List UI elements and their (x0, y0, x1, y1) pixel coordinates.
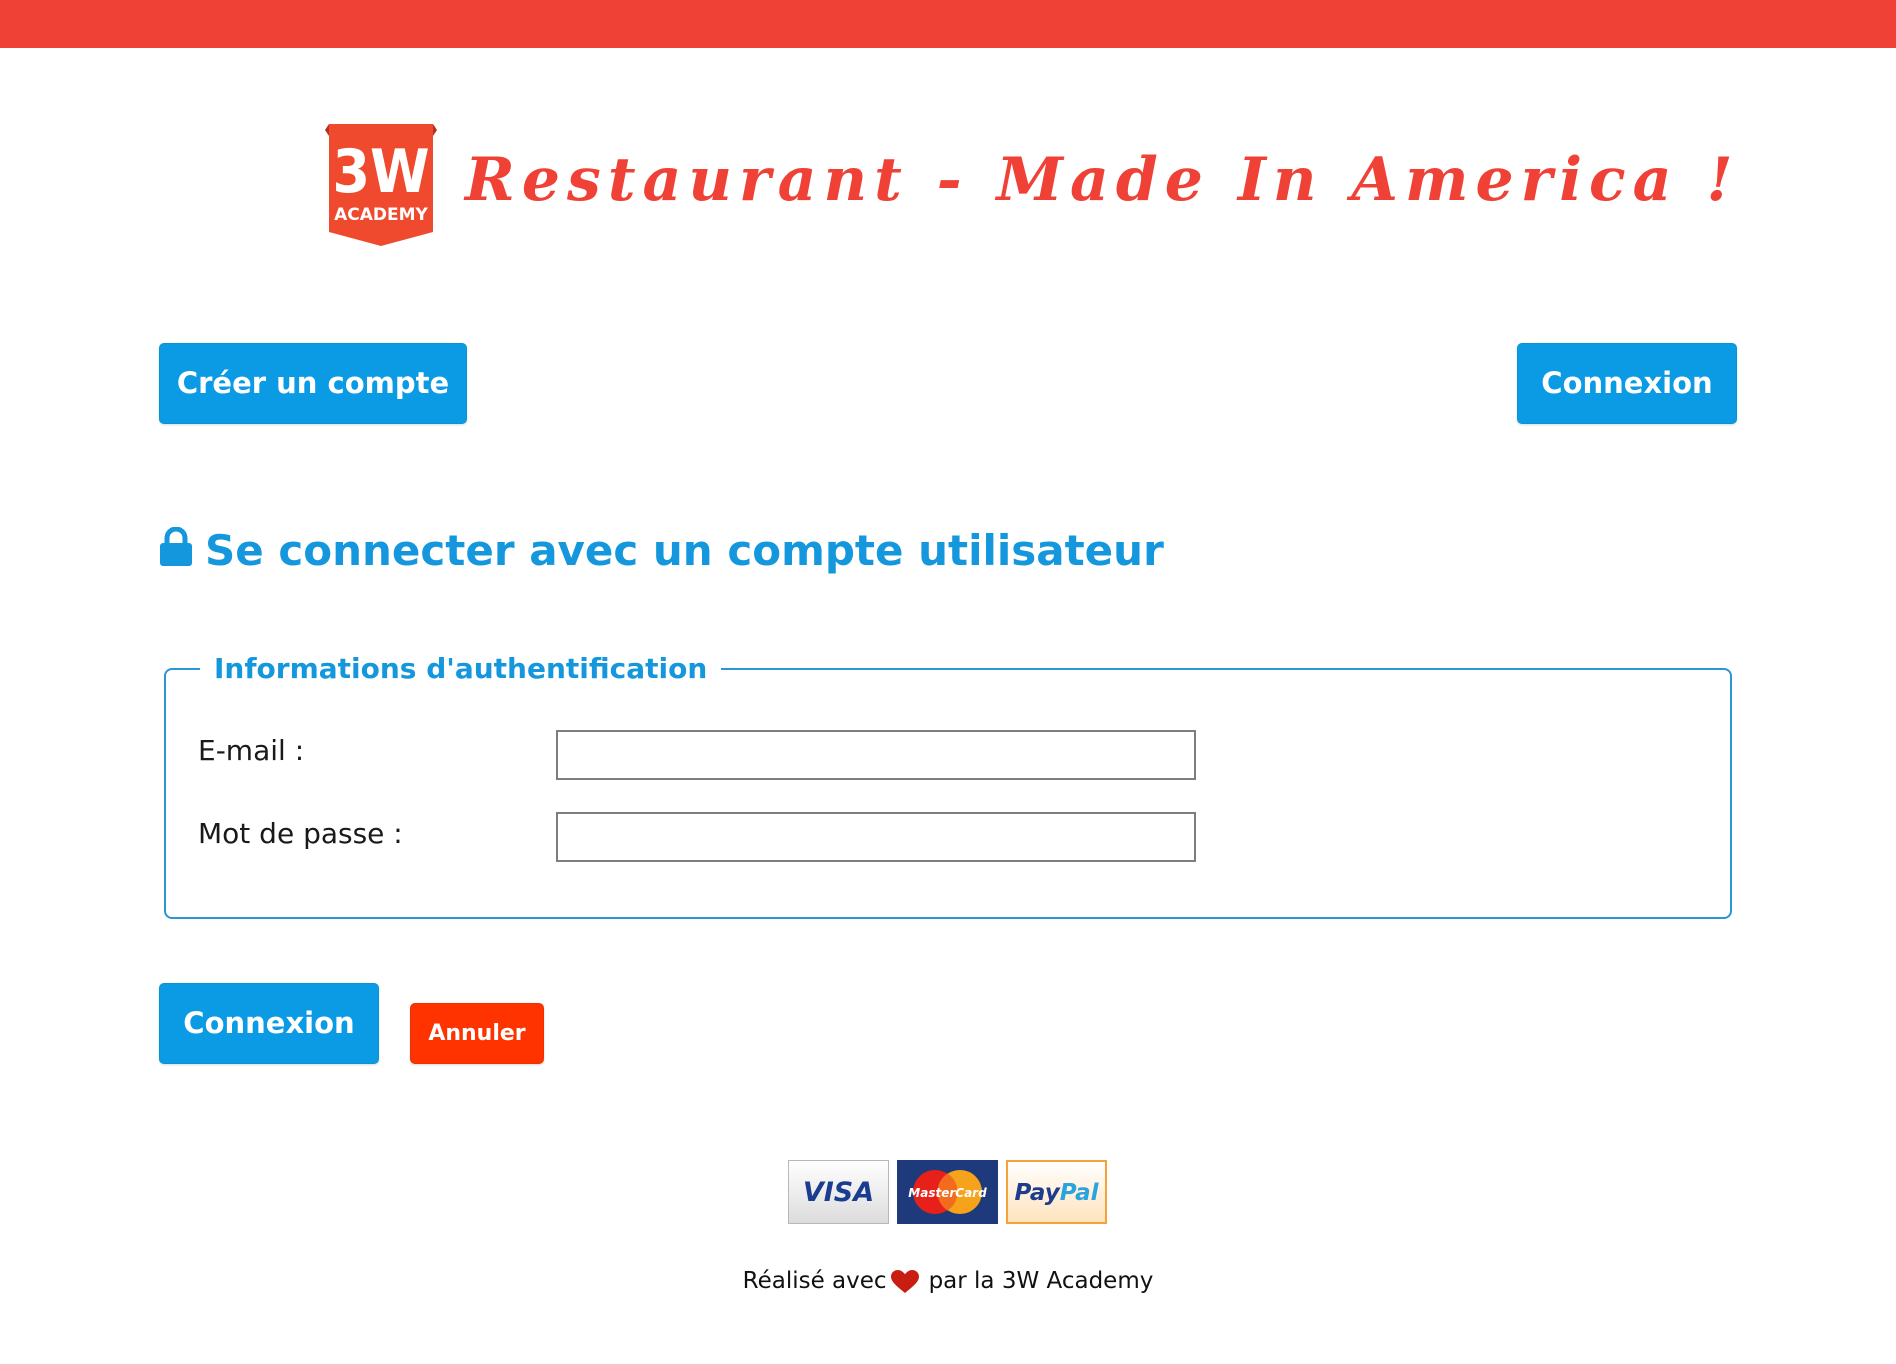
heart-icon (890, 1269, 919, 1293)
nav-login-button[interactable]: Connexion (1517, 343, 1737, 424)
create-account-button[interactable]: Créer un compte (159, 343, 467, 424)
svg-text:PayPal: PayPal (1015, 1180, 1100, 1206)
auth-fieldset: Informations d'authentification (164, 652, 1732, 919)
password-field[interactable] (556, 812, 1196, 862)
footer-credit: par la 3W Academy (928, 1268, 1154, 1294)
visa-text: VISA (803, 1177, 874, 1208)
email-label: E-mail : (198, 734, 305, 767)
mastercard-icon: MasterCard (897, 1160, 998, 1224)
email-field[interactable] (556, 730, 1196, 780)
login-heading: Se connecter avec un compte utilisateur (159, 522, 1164, 578)
login-heading-text: Se connecter avec un compte utilisateur (205, 525, 1164, 575)
logo-text-academy: ACADEMY (334, 205, 428, 225)
3w-academy-logo[interactable]: 3W ACADEMY (325, 122, 437, 248)
footer-made-with: Réalisé avec (742, 1268, 887, 1294)
password-label: Mot de passe : (198, 817, 403, 850)
auth-fieldset-legend: Informations d'authentification (214, 652, 708, 685)
paypal-text-pay: Pay (1015, 1180, 1061, 1206)
mastercard-text: MasterCard (908, 1186, 987, 1200)
payment-methods: VISA MasterCard PayPal (788, 1160, 1107, 1224)
top-accent-bar (0, 0, 1896, 48)
logo-text-3w: 3W (332, 137, 429, 207)
lock-icon (160, 527, 192, 566)
cancel-button[interactable]: Annuler (410, 1003, 544, 1064)
footer: Réalisé avec par la 3W Academy (0, 1268, 1896, 1294)
paypal-icon: PayPal (1006, 1160, 1107, 1224)
paypal-text-pal: Pal (1060, 1180, 1100, 1206)
site-title: Restaurant - Made In America ! (465, 145, 1740, 215)
login-submit-button[interactable]: Connexion (159, 983, 379, 1064)
visa-icon: VISA (788, 1160, 889, 1224)
